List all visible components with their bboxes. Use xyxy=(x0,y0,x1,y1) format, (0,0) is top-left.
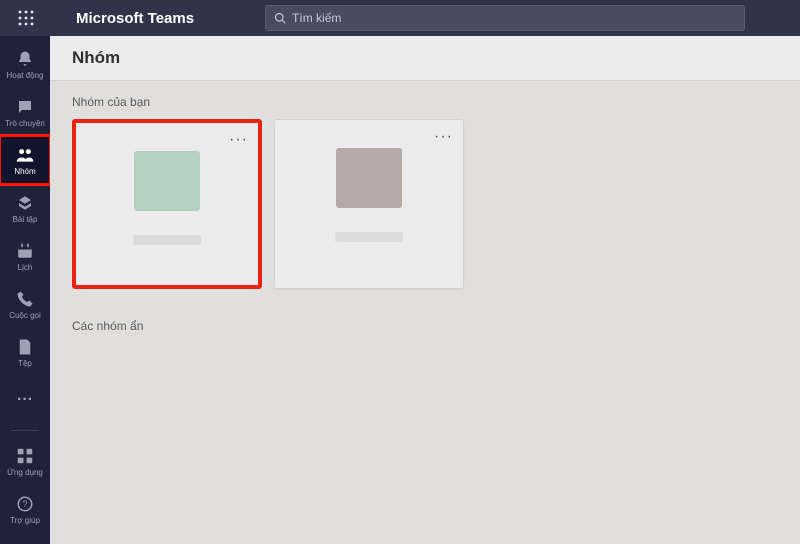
team-avatar xyxy=(134,151,200,211)
your-teams-title: Nhóm của bạn xyxy=(50,81,800,119)
main-header: Nhóm xyxy=(50,36,800,81)
app-root: Microsoft Teams Hoạt động Trò chuyện Nhó… xyxy=(0,0,800,544)
rail-calendar[interactable]: Lịch xyxy=(0,232,50,280)
calendar-icon xyxy=(16,242,34,260)
app-title: Microsoft Teams xyxy=(76,10,194,27)
search-box[interactable] xyxy=(265,5,745,31)
rail-chat[interactable]: Trò chuyện xyxy=(0,88,50,136)
team-cards: ··· ··· xyxy=(50,119,800,289)
rail-files[interactable]: Tệp xyxy=(0,328,50,376)
rail-help-label: Trợ giúp xyxy=(10,517,40,525)
rail-teams[interactable]: Nhóm xyxy=(0,136,50,184)
more-icon: ··· xyxy=(17,391,33,409)
rail-teams-label: Nhóm xyxy=(14,168,35,176)
rail-activity-label: Hoạt động xyxy=(7,72,44,80)
search-wrap xyxy=(218,5,792,31)
team-name-placeholder xyxy=(133,235,201,245)
team-avatar xyxy=(336,148,402,208)
hidden-teams-title: Các nhóm ẩn xyxy=(50,289,800,343)
rail-apps-label: Ứng dụng xyxy=(7,469,43,477)
rail-calls-label: Cuộc gọi xyxy=(9,312,41,320)
svg-text:?: ? xyxy=(22,499,27,509)
rail-assignments[interactable]: Bài tập xyxy=(0,184,50,232)
app-body: Hoạt động Trò chuyện Nhóm Bài tập Lịch C… xyxy=(0,36,800,544)
file-icon xyxy=(17,338,33,356)
chat-icon xyxy=(16,98,34,116)
apps-icon xyxy=(17,448,33,464)
title-bar: Microsoft Teams xyxy=(0,0,800,36)
card-more-button[interactable]: ··· xyxy=(229,131,248,149)
team-name-placeholder xyxy=(335,232,403,242)
phone-icon xyxy=(16,290,34,308)
rail-more[interactable]: ··· xyxy=(0,376,50,424)
left-rail: Hoạt động Trò chuyện Nhóm Bài tập Lịch C… xyxy=(0,36,50,544)
main-panel: Nhóm Nhóm của bạn ··· ··· Các nhóm ẩn xyxy=(50,36,800,544)
rail-calendar-label: Lịch xyxy=(18,264,33,272)
waffle-icon xyxy=(18,10,34,26)
search-icon xyxy=(274,12,286,24)
team-card[interactable]: ··· xyxy=(72,119,262,289)
rail-download[interactable] xyxy=(0,533,50,544)
rail-activity[interactable]: Hoạt động xyxy=(0,40,50,88)
rail-help[interactable]: ? Trợ giúp xyxy=(0,485,50,533)
rail-apps[interactable]: Ứng dụng xyxy=(0,437,50,485)
rail-files-label: Tệp xyxy=(18,360,32,368)
help-icon: ? xyxy=(16,495,34,513)
search-input[interactable] xyxy=(292,11,736,25)
page-title: Nhóm xyxy=(72,48,778,68)
rail-divider xyxy=(11,430,39,431)
app-launcher-button[interactable] xyxy=(8,0,44,36)
rail-chat-label: Trò chuyện xyxy=(5,120,45,128)
rail-calls[interactable]: Cuộc gọi xyxy=(0,280,50,328)
rail-assignments-label: Bài tập xyxy=(13,216,38,224)
team-card[interactable]: ··· xyxy=(274,119,464,289)
team-icon xyxy=(15,146,35,164)
card-more-button[interactable]: ··· xyxy=(434,128,453,146)
bell-icon xyxy=(16,50,34,68)
assignments-icon xyxy=(16,194,34,212)
